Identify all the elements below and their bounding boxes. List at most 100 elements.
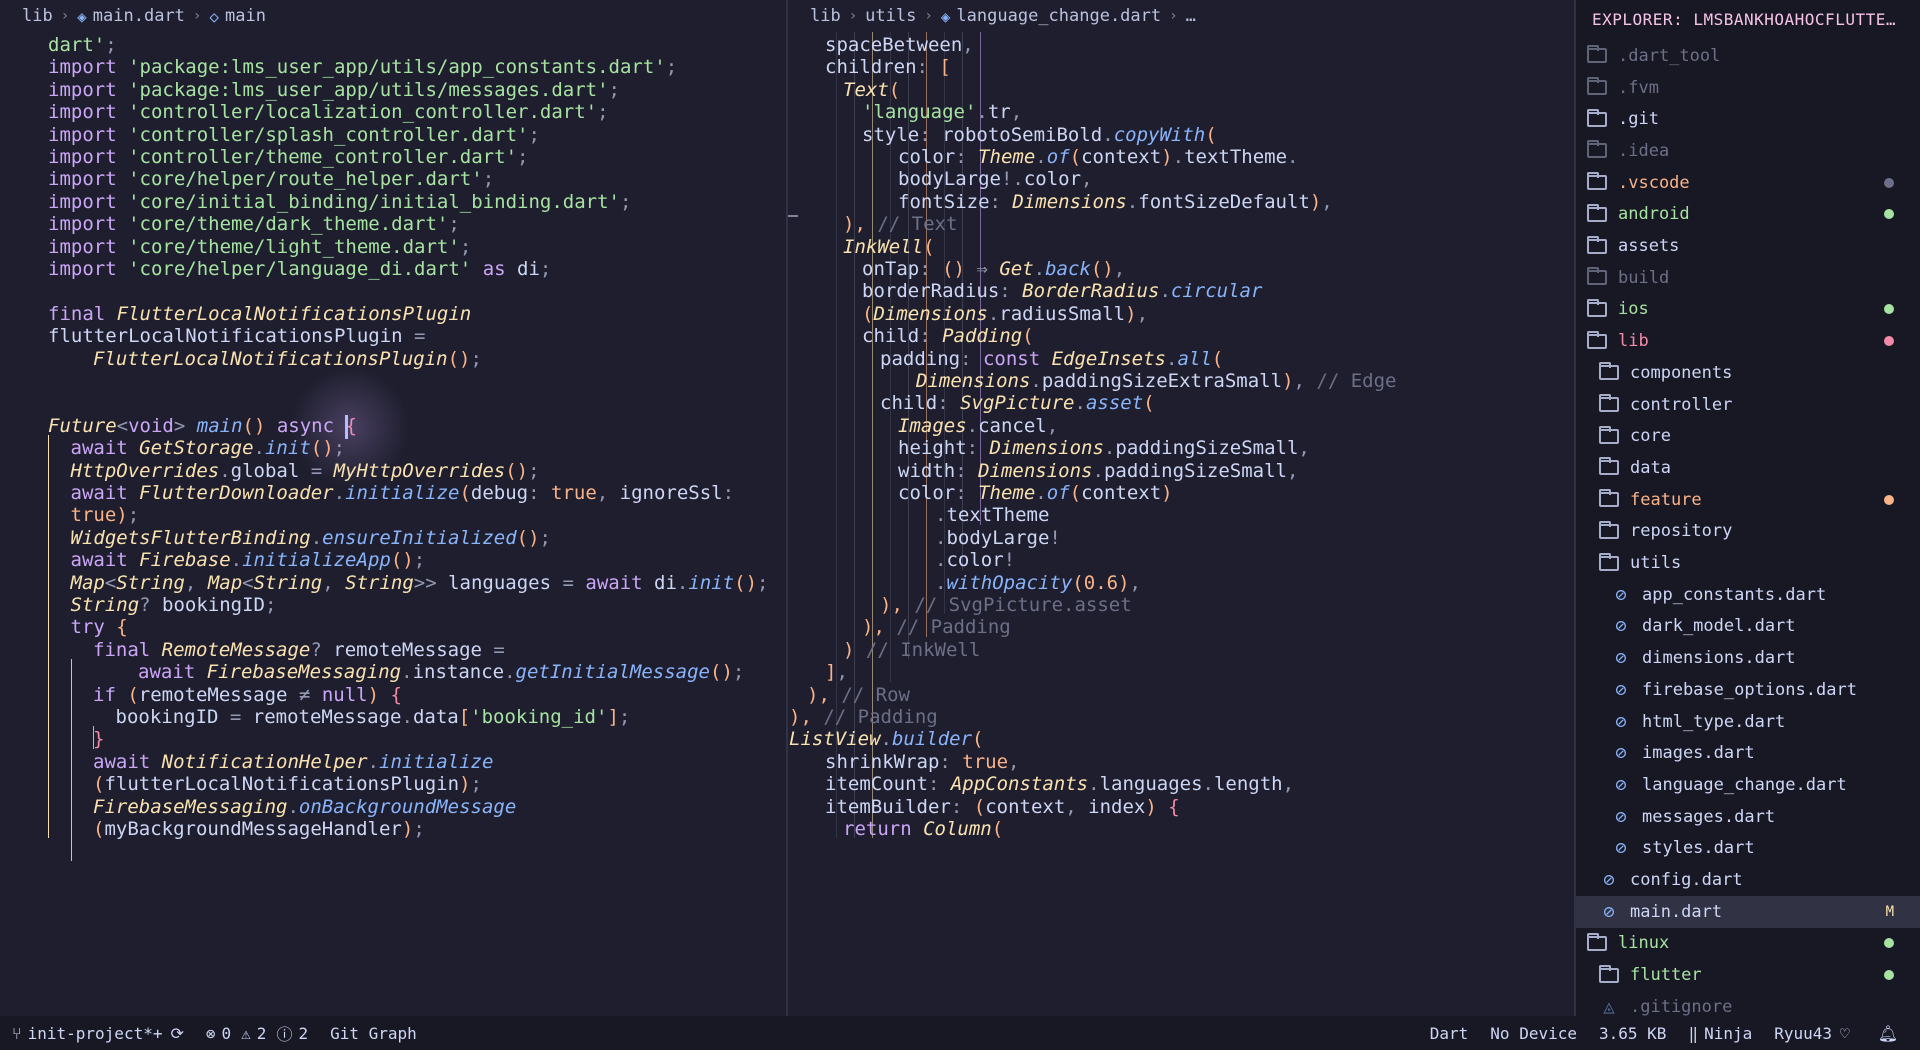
tree-file[interactable]: ◬ .gitignore [1576, 991, 1920, 1016]
tree-item-label: .gitignore [1630, 996, 1733, 1016]
code-token: paddingSizeSmall [1115, 437, 1299, 460]
breadcrumb-item[interactable]: main [225, 6, 266, 26]
code-token: Firebase [139, 549, 231, 572]
code-token: FlutterLocalNotificationsPlugin [93, 347, 448, 370]
code-token: bookingID [162, 594, 265, 616]
sync-icon[interactable]: ⟳ [170, 1024, 183, 1043]
tree-folder[interactable]: components [1576, 357, 1920, 389]
device-selector[interactable]: No Device [1490, 1024, 1577, 1043]
build-system[interactable]: ‖ Ninja [1688, 1024, 1752, 1043]
folder-icon-wrap [1586, 330, 1608, 350]
code-token: ; [448, 213, 460, 236]
folder-icon-wrap [1598, 489, 1620, 509]
code-token: Dimensions [916, 370, 1031, 392]
tree-folder[interactable]: linux [1576, 928, 1920, 960]
code-line[interactable]: return Column( [843, 816, 1003, 843]
code-token: ! [1049, 526, 1061, 549]
code-token: // InkWell [865, 638, 981, 661]
code-line[interactable]: bookingID = remoteMessage.data['booking_… [116, 704, 631, 731]
breadcrumb-item[interactable]: lib [810, 6, 841, 26]
git-graph-button[interactable]: Git Graph [330, 1024, 417, 1043]
tree-file[interactable]: ⊘ messages.dart [1576, 801, 1920, 833]
code-token: flutterLocalNotificationsPlugin [48, 325, 415, 348]
scrollbar-marker[interactable] [788, 215, 798, 217]
tree-folder[interactable]: build [1576, 262, 1920, 294]
tree-folder[interactable]: controller [1576, 389, 1920, 421]
code-token: ( [1072, 571, 1084, 594]
folder-icon [1599, 489, 1619, 508]
tree-folder[interactable]: android [1576, 199, 1920, 231]
tree-file[interactable]: ⊘ app_constants.dart [1576, 579, 1920, 611]
code-line[interactable]: fontSize: Dimensions.fontSizeDefault), [898, 189, 1333, 216]
tree-item-label: styles.dart [1642, 838, 1755, 859]
branch-indicator[interactable]: ⑂ init-project*+ ⟳ [12, 1024, 190, 1043]
notifications-bell-icon[interactable]: 🔔︎ [1878, 1024, 1898, 1043]
breadcrumb-item[interactable]: language_change.dart [956, 6, 1161, 26]
code-token: 'core/helper/route_helper.dart' [128, 168, 483, 191]
tree-file[interactable]: ⊘ dimensions.dart [1576, 642, 1920, 674]
account[interactable]: Ryuu43 ♡ [1774, 1024, 1855, 1043]
code-token: as [471, 258, 518, 280]
code-token: 0.6 [1083, 571, 1119, 594]
code-token: di [517, 258, 540, 280]
code-token: Images [898, 414, 967, 437]
breadcrumb-item[interactable]: utils [865, 6, 916, 26]
tree-folder[interactable]: flutter [1576, 959, 1920, 991]
code-token: 'controller/splash_controller.dart' [128, 123, 529, 146]
tree-file[interactable]: ⊘ dark_model.dart [1576, 611, 1920, 643]
heart-icon: ♡ [1840, 1023, 1850, 1043]
code-line[interactable]: FlutterLocalNotificationsPlugin(); [93, 346, 482, 373]
tree-folder[interactable]: .vscode [1576, 167, 1920, 199]
code-token: index [1088, 795, 1146, 818]
code-token: paddingSizeExtraSmall [1041, 370, 1283, 392]
tree-file[interactable]: ⊘ firebase_options.dart [1576, 674, 1920, 706]
code-token: < [242, 571, 254, 594]
language-mode[interactable]: Dart [1430, 1024, 1469, 1043]
tree-folder[interactable]: assets [1576, 230, 1920, 262]
code-token: bodyLarge [946, 526, 1050, 549]
tree-folder[interactable]: data [1576, 452, 1920, 484]
tree-file[interactable]: ⊘ language_change.dart [1576, 769, 1920, 801]
code-token: . [1102, 123, 1114, 146]
code-token: Map [207, 571, 243, 594]
editor-pane-language-change[interactable]: lib › utils › ◈ language_change.dart › … spaceB… [788, 0, 1574, 1016]
tree-folder[interactable]: .fvm [1576, 72, 1920, 104]
tree-item-label: firebase_options.dart [1642, 679, 1857, 700]
code-token: final [48, 302, 117, 325]
tree-folder[interactable]: ios [1576, 294, 1920, 326]
tree-file[interactable]: ⊘ html_type.dart [1576, 706, 1920, 738]
code-token: true [962, 750, 1009, 773]
folder-icon-wrap [1586, 77, 1608, 97]
tree-file[interactable]: ⊘ styles.dart [1576, 833, 1920, 865]
tree-folder[interactable]: repository [1576, 516, 1920, 548]
tree-item-label: build [1618, 267, 1670, 288]
tree-file[interactable]: ⊘ images.dart [1576, 737, 1920, 769]
code-line[interactable]: ) // InkWell [843, 637, 980, 664]
tree-folder[interactable]: utils [1576, 547, 1920, 579]
code-line[interactable]: await FlutterDownloader.initialize(debug… [71, 480, 735, 507]
problems-indicator[interactable]: ⊗ 0 ⚠ 2 ⓘ 2 [206, 1021, 308, 1045]
code-token: , [1298, 437, 1310, 460]
tree-folder[interactable]: .git [1576, 103, 1920, 135]
code-token: . [230, 549, 243, 572]
code-token: . [333, 482, 346, 504]
dart-file-icon: ◈ [77, 6, 87, 26]
tree-folder[interactable]: core [1576, 420, 1920, 452]
code-token: ( [93, 773, 105, 796]
tree-folder[interactable]: .idea [1576, 135, 1920, 167]
code-line[interactable]: import 'core/helper/language_di.dart' as… [48, 256, 551, 283]
breadcrumb-item[interactable]: lib [22, 6, 53, 26]
tree-folder[interactable]: .dart_tool [1576, 40, 1920, 72]
tree-file[interactable]: ⊘ config.dart [1576, 864, 1920, 896]
code-token: () [310, 437, 334, 460]
code-line[interactable]: (myBackgroundMessageHandler); [93, 816, 425, 843]
code-token: , [322, 571, 346, 594]
tree-item-label: images.dart [1642, 743, 1755, 764]
tree-folder[interactable]: feature [1576, 484, 1920, 516]
breadcrumb-item[interactable]: … [1186, 6, 1196, 26]
editor-pane-main-dart[interactable]: lib › ◈ main.dart › ◇ main dart'; import 'packa… [0, 0, 786, 1016]
tree-file[interactable]: ⊘ main.dart M [1576, 895, 1920, 928]
breadcrumb-item[interactable]: main.dart [93, 6, 185, 26]
tree-folder[interactable]: lib [1576, 325, 1920, 357]
code-token: // Row [841, 683, 910, 706]
